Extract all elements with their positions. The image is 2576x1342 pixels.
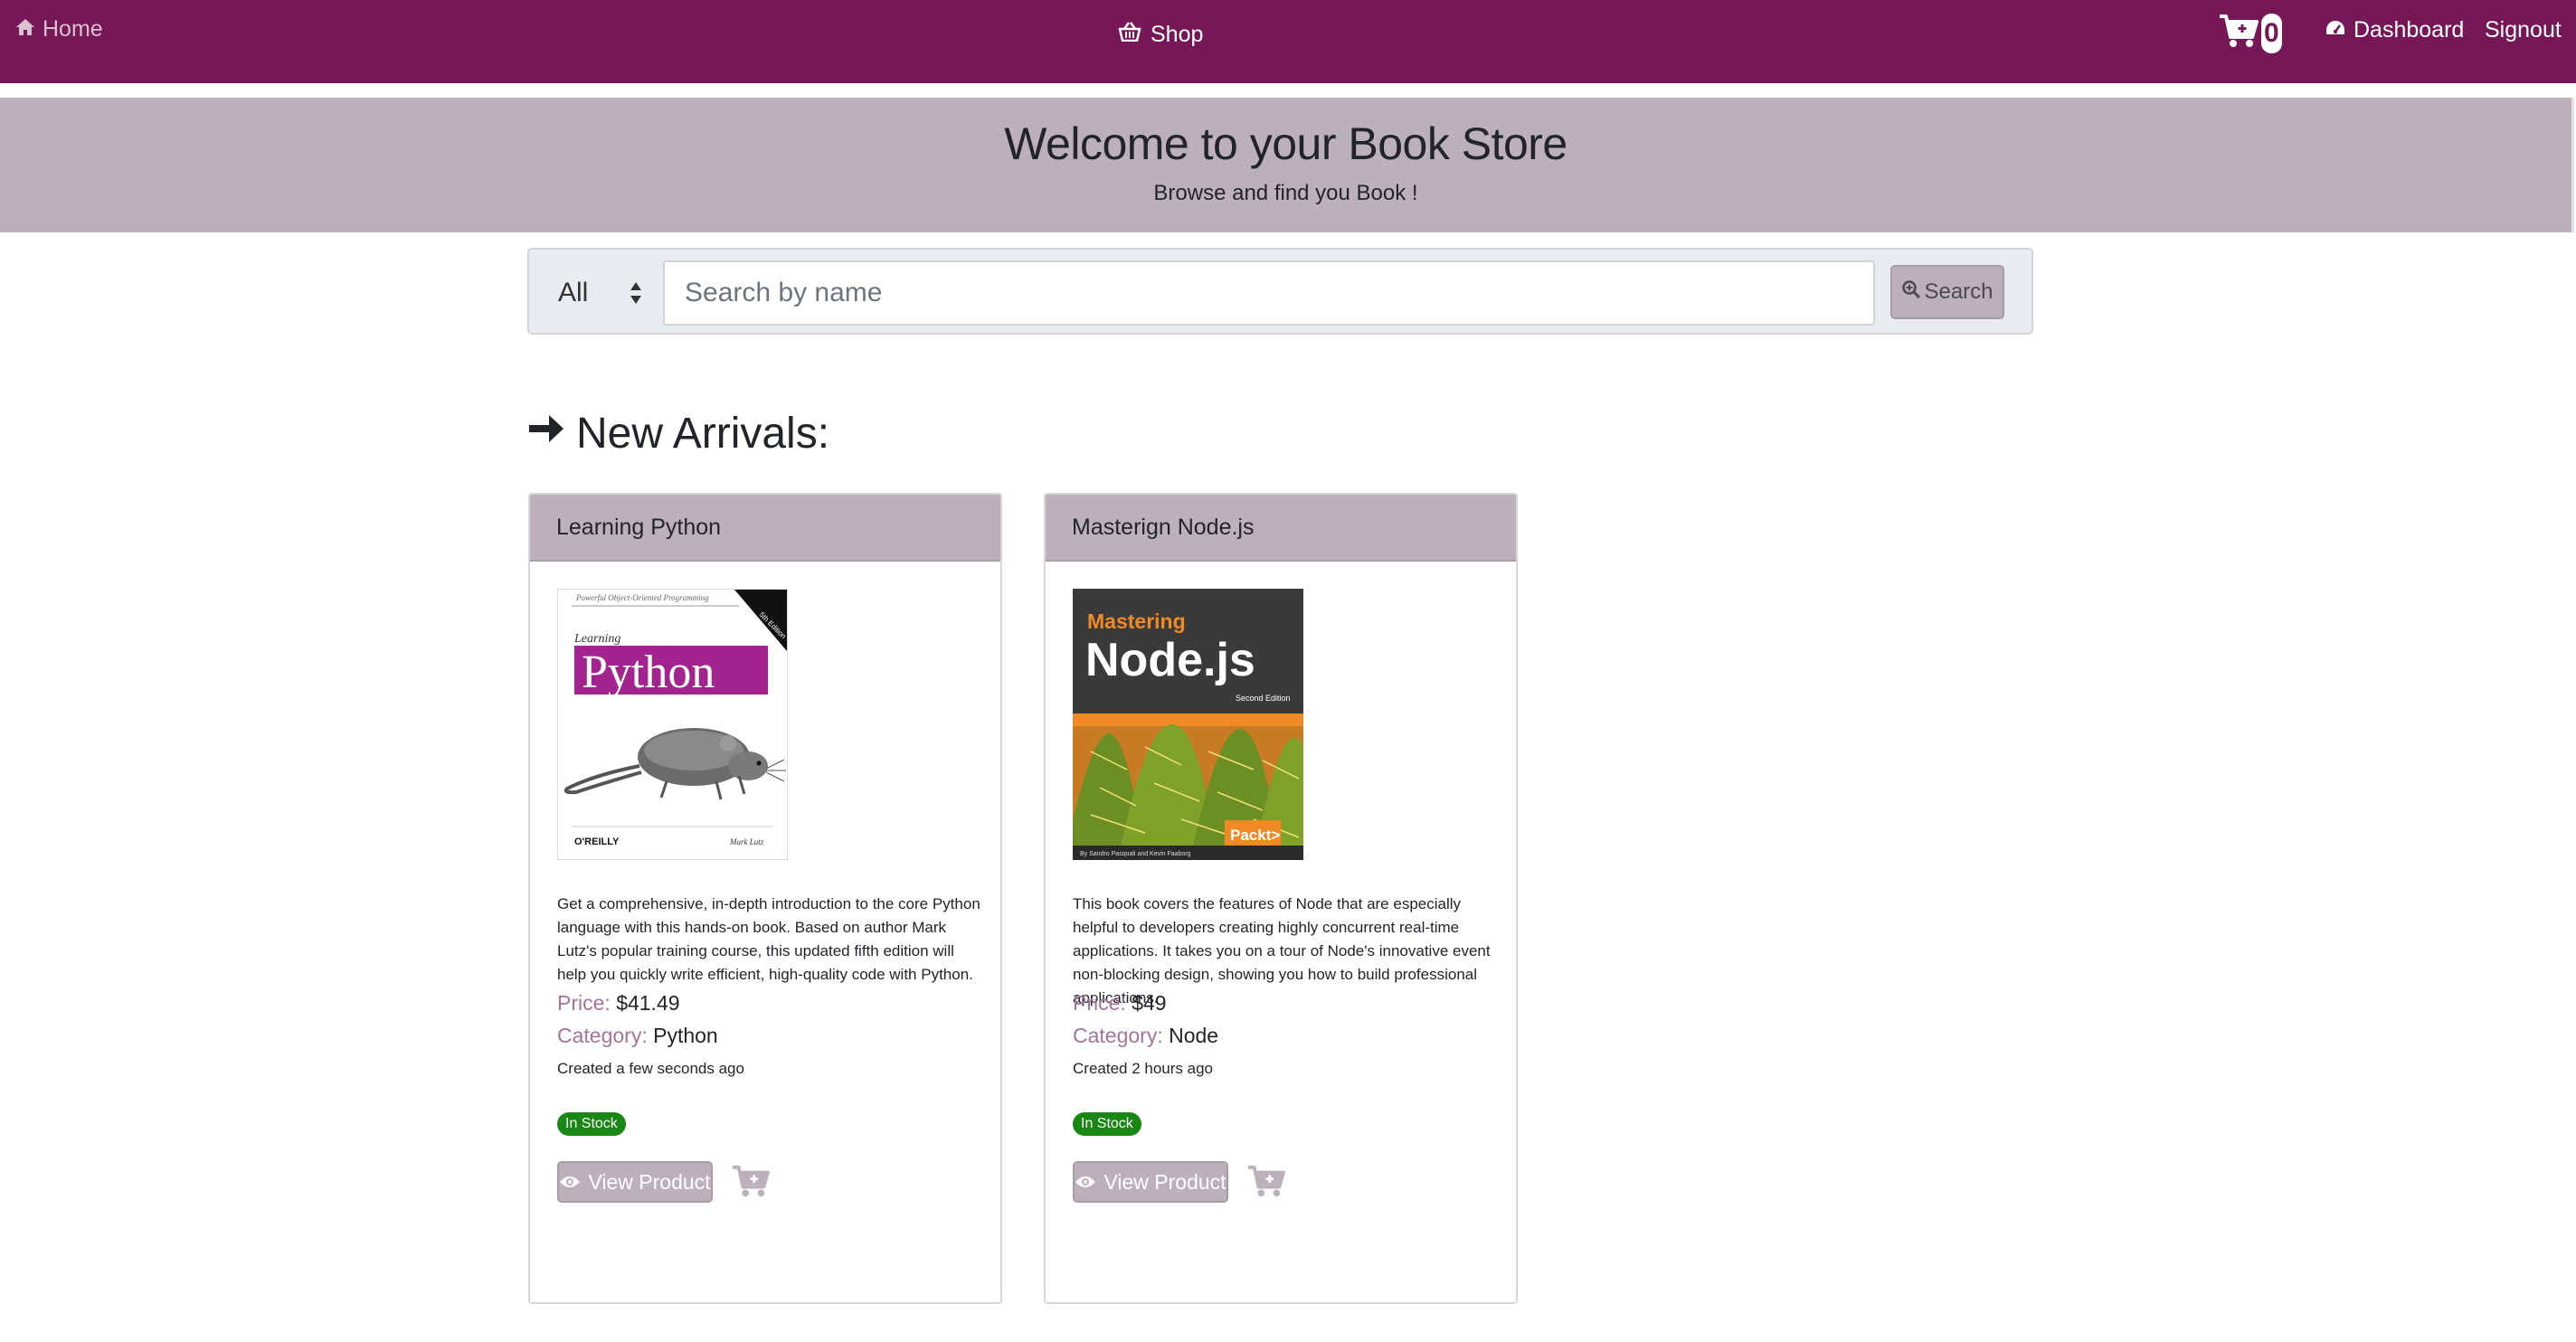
nav-cart-link[interactable]: 0 [2218,13,2282,53]
shop-basket-icon [1118,22,1141,48]
search-icon [1901,279,1921,306]
stock-badge: In Stock [1073,1112,1141,1136]
add-to-cart-icon[interactable] [731,1164,771,1203]
view-product-button[interactable]: View Product [1073,1161,1228,1203]
product-category: Node [1169,1024,1219,1047]
price-label: Price: [1073,991,1126,1015]
cover-edition-text: Second Edition [1236,694,1291,703]
view-product-label: View Product [588,1169,711,1194]
nav-home-label: Home [43,16,103,42]
nav-home-link[interactable]: Home [15,16,103,43]
cart-icon [2218,13,2259,53]
category-label: Category: [1073,1024,1163,1047]
product-category: Python [653,1024,718,1047]
search-button-label: Search [1924,279,1994,304]
cover-author-text: Mark Lutz [729,837,764,846]
product-title: Masterign Node.js [1046,495,1516,562]
cart-count-badge: 0 [2261,13,2282,53]
eye-icon [559,1170,581,1195]
category-select[interactable]: All [545,264,654,322]
select-arrows-icon [629,279,643,307]
product-description: Get a comprehensive, in-depth introducti… [557,895,980,983]
add-to-cart-icon[interactable] [1246,1164,1286,1203]
product-card: Masterign Node.js Mastering Node.js Seco… [1044,493,1518,1304]
arrow-right-icon [527,409,565,458]
product-category-row: Category: Node [1073,1024,1218,1048]
price-label: Price: [557,991,611,1015]
product-created-date: Created 2 hours ago [1073,1060,1213,1077]
nav-dashboard-label: Dashboard [2353,17,2465,43]
category-select-value: All [558,278,589,307]
product-price: $49 [1132,991,1167,1015]
view-product-label: View Product [1103,1169,1226,1194]
search-button[interactable]: Search [1890,265,2004,319]
cover-title-text: Node.js [1085,634,1255,686]
hero-subtitle: Browse and find you Book ! [1153,181,1418,205]
home-icon [15,16,35,43]
nav-shop-label: Shop [1151,22,1204,47]
book-cover-image[interactable]: Powerful Object-Oriented Programming 5th… [557,589,788,860]
dashboard-icon [2325,17,2346,43]
cover-subtitle-text: Learning [573,632,620,646]
product-title: Learning Python [530,495,1000,562]
nav-shop-link[interactable]: Shop [1118,22,1203,48]
new-arrivals-heading: New Arrivals: [527,409,829,458]
book-cover-image[interactable]: Mastering Node.js Second Edition Packt> … [1064,589,1321,860]
category-label: Category: [557,1024,648,1047]
search-input[interactable] [663,260,1875,326]
view-product-button[interactable]: View Product [557,1161,713,1203]
stock-badge: In Stock [557,1112,626,1136]
product-price-row: Price: $49 [1073,991,1167,1016]
nav-dashboard-link[interactable]: Dashboard [2325,17,2464,43]
product-price: $41.49 [616,991,680,1015]
top-navbar: Home Shop 0 Dashboard Signout [0,0,2576,83]
cover-subtitle-text: Mastering [1087,610,1186,633]
cover-series-text: Powerful Object-Oriented Programming [575,593,709,602]
hero-edge-divider [2571,98,2574,232]
search-form: All Search [527,248,2033,335]
new-arrivals-title: New Arrivals: [576,410,830,458]
cover-publisher-text: Packt> [1230,827,1280,844]
eye-icon [1075,1170,1096,1195]
product-card: Learning Python Powerful Object-Oriented… [528,493,1002,1304]
nav-signout-link[interactable]: Signout [2485,17,2562,43]
hero-title: Welcome to your Book Store [1004,118,1567,169]
product-created-date: Created a few seconds ago [557,1060,744,1077]
welcome-jumbotron: Welcome to your Book Store Browse and fi… [0,98,2571,232]
cover-title-text: Python [582,647,715,698]
product-price-row: Price: $41.49 [557,991,680,1016]
cover-publisher-text: O'REILLY [574,836,620,847]
cover-authors-text: By Sandro Pasquali and Kevin Faaborg [1080,851,1191,857]
product-category-row: Category: Python [557,1024,718,1048]
